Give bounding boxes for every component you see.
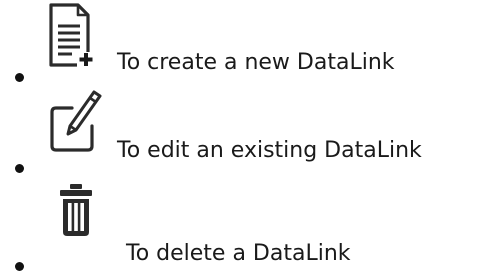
list-item-edit: To edit an existing DataLink [0,88,497,180]
create-datalink-label: To create a new DataLink [117,50,395,75]
list-item-delete: To delete a DataLink [0,182,497,274]
edit-pencil-icon [50,90,102,152]
edit-datalink-label: To edit an existing DataLink [117,138,422,163]
trash-can-icon [60,184,92,236]
new-document-icon [49,3,95,67]
bullet [15,262,24,271]
bullet [15,73,24,82]
list-item-create: To create a new DataLink [0,0,497,92]
bullet [15,164,24,173]
delete-datalink-label: To delete a DataLink [126,241,351,266]
